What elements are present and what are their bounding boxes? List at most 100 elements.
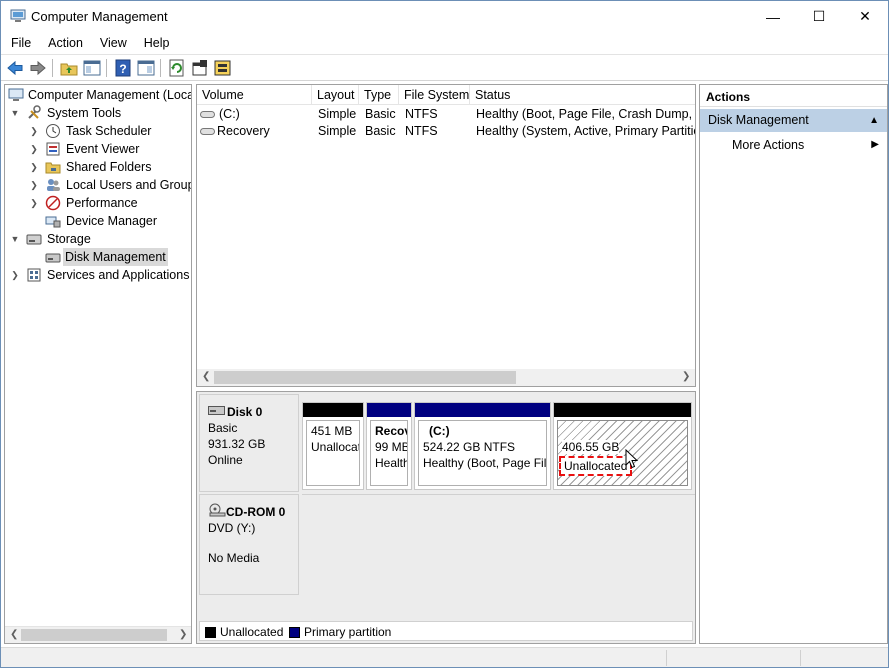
tree-item-event-viewer[interactable]: ❯ Event Viewer [5,140,191,158]
table-row[interactable]: Recovery Simple Basic NTFS Healthy (Syst… [197,123,695,140]
tree-item-services-and-applications[interactable]: ❯ Services and Applications [5,266,191,284]
partition-name: Recov [375,424,408,438]
legend-primary-swatch [289,627,300,638]
status-divider [800,650,801,666]
tree-item-label: System Tools [47,106,122,120]
legend-primary-label: Primary partition [304,625,392,639]
column-header-type[interactable]: Type [359,85,399,105]
mouse-cursor-icon [625,449,639,469]
tree-item-performance[interactable]: ❯ Performance [5,194,191,212]
refresh-icon[interactable] [167,58,187,78]
volume-layout: Simple [318,107,357,121]
collapsed-chevron-icon[interactable]: ❯ [29,176,39,194]
toolbar-separator [52,59,53,77]
tree-item-label: Local Users and Groups [66,178,192,192]
scrollbar-thumb[interactable] [214,371,516,384]
tree-item-storage[interactable]: ▼ Storage [5,230,191,248]
tree-item-local-users-and-groups[interactable]: ❯ Local Users and Groups [5,176,191,194]
scroll-right-icon[interactable]: ❯ [179,629,187,640]
disk-type: Basic [208,421,238,435]
tree-item-label: Computer Management (Local [28,88,192,102]
minimize-button[interactable]: — [750,1,796,32]
back-arrow-icon[interactable] [5,58,25,78]
partition-body: (C:) 524.22 GB NTFS Healthy (Boot, Page … [418,420,547,486]
show-hide-tree-icon[interactable] [82,58,102,78]
tree-item-label: Shared Folders [66,160,152,174]
more-actions-item[interactable]: More Actions ▶ [700,135,887,155]
volume-type: Basic [365,107,396,121]
forward-arrow-icon[interactable] [28,58,48,78]
partition-recovery[interactable]: Recov 99 MB Health [366,402,412,490]
column-header-layout[interactable]: Layout [312,85,359,105]
partition-size: 451 MB [311,424,353,438]
up-folder-icon[interactable] [59,58,79,78]
menu-help[interactable]: Help [134,32,177,54]
menu-action[interactable]: Action [38,32,90,54]
computer-icon [8,88,24,101]
partition-unallocated-small[interactable]: 451 MB Unallocat [302,402,364,490]
column-header-file-system[interactable]: File System [399,85,470,105]
disk-size: 931.32 GB [208,437,266,451]
tree-item-disk-management[interactable]: Disk Management [43,248,168,266]
tree-item-label: Task Scheduler [66,124,152,138]
expanded-chevron-icon[interactable]: ▼ [10,230,20,248]
toolbar-separator [106,59,107,77]
volume-list-horizontal-scrollbar[interactable]: ❮ ❯ [197,369,695,386]
storage-icon [26,234,42,245]
scroll-left-icon[interactable]: ❮ [10,629,18,640]
toolbar-separator [160,59,161,77]
collapsed-chevron-icon[interactable]: ❯ [29,122,39,140]
partition-c-drive[interactable]: (C:) 524.22 GB NTFS Healthy (Boot, Page … [414,402,551,490]
services-icon [27,268,41,282]
cdrom-media: No Media [208,551,260,565]
tree-item-label: Disk Management [63,248,168,266]
disk-settings-icon[interactable] [213,58,233,78]
show-hide-action-pane-icon[interactable] [136,58,156,78]
menu-file[interactable]: File [1,32,38,54]
maximize-icon: ☐ [812,8,826,24]
disk-name: Disk 0 [227,405,263,419]
actions-pane: Actions Disk Management ▲ More Actions ▶ [699,84,888,644]
partition-size: 524.22 GB NTFS [423,440,516,454]
actions-section-disk-management[interactable]: Disk Management ▲ [700,109,887,132]
legend: Unallocated Primary partition [199,621,693,641]
tree-item-computer-management[interactable]: Computer Management (Local [5,86,191,104]
volume-status: Healthy (Boot, Page File, Crash Dump, Pr… [476,107,695,121]
maximize-button[interactable]: ☐ [796,1,842,32]
scroll-left-icon[interactable]: ❮ [202,371,210,382]
disk-graphical-view: Disk 0 Basic 931.32 GB Online 451 MB Una… [196,391,696,644]
disk-0-label[interactable]: Disk 0 Basic 931.32 GB Online [199,394,299,492]
computer-management-window: Computer Management — ☐ ✕ File Action Vi… [0,0,889,668]
collapsed-chevron-icon[interactable]: ❯ [29,158,39,176]
column-header-status[interactable]: Status [470,85,695,105]
disk-management-icon [45,253,61,263]
tree-item-shared-folders[interactable]: ❯ Shared Folders [5,158,191,176]
primary-partition-bar [367,403,411,417]
table-row[interactable]: (C:) Simple Basic NTFS Healthy (Boot, Pa… [197,106,695,123]
help-icon[interactable]: ? [113,58,133,78]
tree-item-device-manager[interactable]: Device Manager [5,212,191,230]
tree-item-system-tools[interactable]: ▼ System Tools [5,104,191,122]
properties-icon[interactable] [190,58,210,78]
toolbar: ? [1,54,888,81]
tree-horizontal-scrollbar[interactable]: ❮ ❯ [5,626,191,643]
partition-unallocated-large[interactable]: 406.55 GB Unallocated [553,402,692,490]
collapsed-chevron-icon[interactable]: ❯ [29,194,39,212]
drive-icon [200,111,215,118]
close-button[interactable]: ✕ [842,1,888,32]
menu-view[interactable]: View [90,32,134,54]
column-header-volume[interactable]: Volume [197,85,312,105]
primary-partition-bar [415,403,550,417]
shared-folder-icon [45,162,61,174]
scroll-right-icon[interactable]: ❯ [682,371,690,382]
collapse-up-icon[interactable]: ▲ [869,109,879,132]
submenu-arrow-icon: ▶ [871,139,879,150]
collapsed-chevron-icon[interactable]: ❯ [10,266,20,284]
cdrom-0-label[interactable]: CD-ROM 0 DVD (Y:) No Media [199,494,299,595]
tree-item-task-scheduler[interactable]: ❯ Task Scheduler [5,122,191,140]
collapsed-chevron-icon[interactable]: ❯ [29,140,39,158]
expanded-chevron-icon[interactable]: ▼ [10,104,20,122]
scrollbar-thumb[interactable] [21,629,167,641]
partition-description-highlighted: Unallocated [559,456,633,476]
partition-description: Healthy (Boot, Page File [423,456,547,470]
